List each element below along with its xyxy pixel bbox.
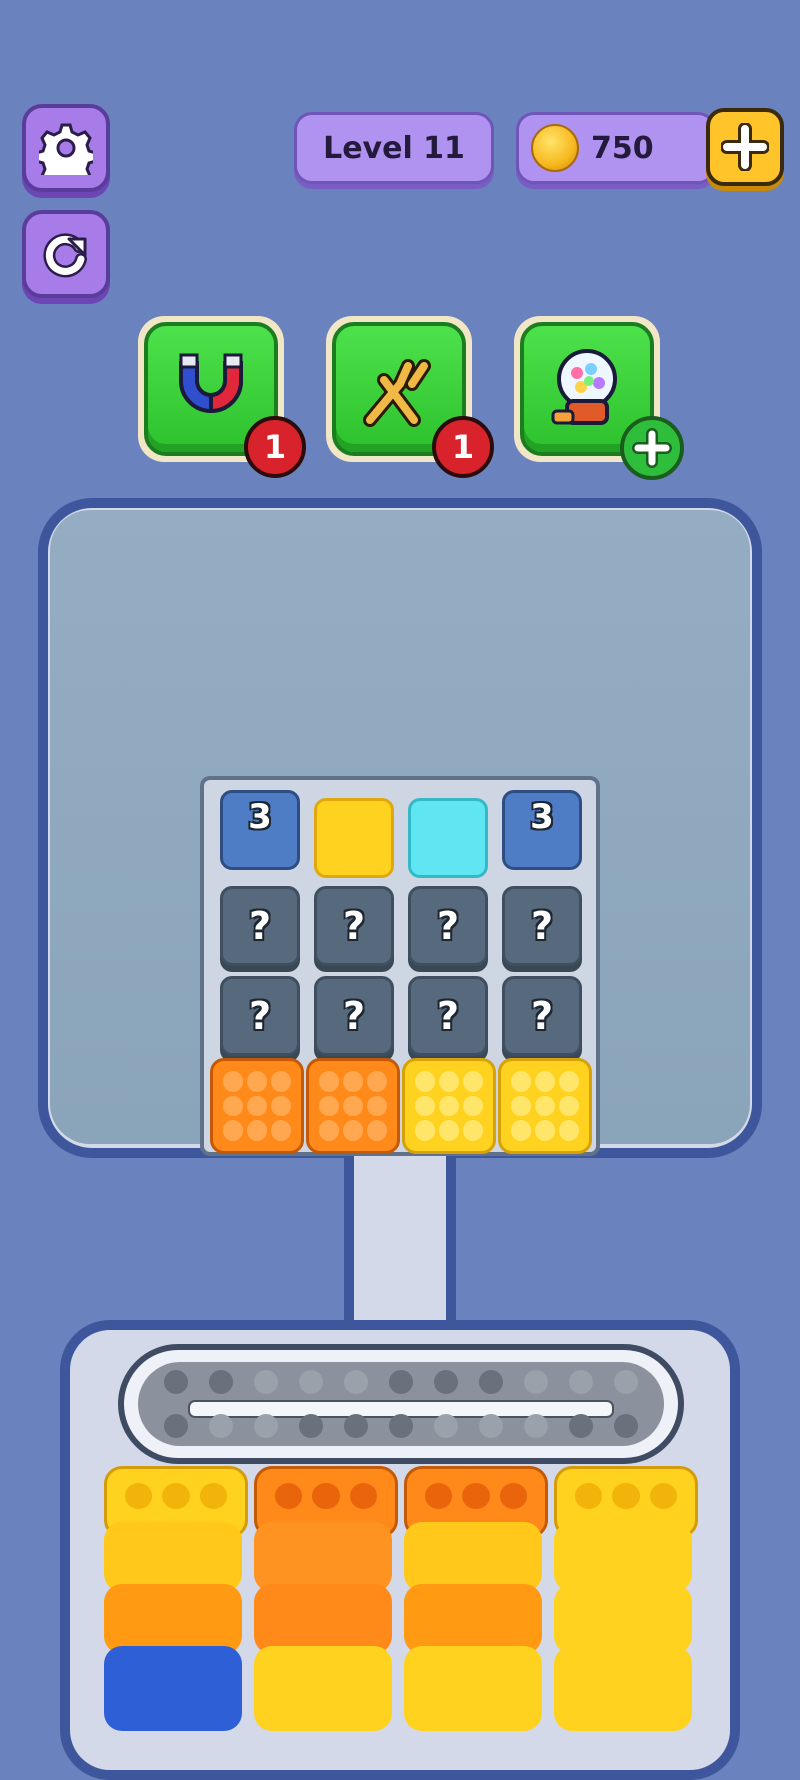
cyan-tile[interactable] (408, 798, 488, 878)
orange-bar (254, 1584, 392, 1654)
coin-counter: 750 (516, 112, 716, 184)
orange-block[interactable] (210, 1058, 304, 1154)
coin-amount: 750 (591, 130, 654, 166)
blue-bar (104, 1646, 242, 1731)
hidden-tile[interactable]: ? (502, 886, 582, 966)
hidden-tile[interactable]: ? (220, 976, 300, 1056)
gumball-machine-icon (551, 349, 617, 425)
bar-column[interactable] (104, 1466, 248, 1731)
magnet-count-badge: 1 (244, 416, 306, 478)
hidden-mark: ? (530, 994, 554, 1038)
hidden-mark: ? (248, 904, 272, 948)
conveyor-belt (118, 1344, 684, 1464)
orange-block[interactable] (306, 1058, 400, 1154)
stack-tile[interactable]: 3 (502, 790, 582, 870)
hidden-tile[interactable]: ? (314, 886, 394, 966)
yellow-block[interactable] (498, 1058, 592, 1154)
orange-bar (404, 1584, 542, 1654)
hidden-mark: ? (436, 904, 460, 948)
gear-icon (39, 123, 93, 175)
hidden-tile[interactable]: ? (314, 976, 394, 1056)
hidden-tile[interactable]: ? (220, 886, 300, 966)
yellow-bar (254, 1646, 392, 1731)
hidden-mark: ? (342, 904, 366, 948)
bar-column[interactable] (254, 1466, 398, 1731)
plus-icon (632, 428, 672, 468)
settings-button[interactable] (22, 104, 110, 192)
shuffle-count: 1 (451, 428, 475, 466)
stack-tile[interactable]: 3 (220, 790, 300, 870)
shuffle-count-badge: 1 (432, 416, 494, 478)
stack-count: 3 (530, 797, 554, 837)
add-coins-button[interactable] (706, 108, 784, 186)
add-booster-button[interactable] (620, 416, 684, 480)
hidden-mark: ? (248, 994, 272, 1038)
restart-button[interactable] (22, 210, 110, 298)
yellow-bar (554, 1522, 692, 1592)
orange-bar (104, 1584, 242, 1654)
level-label: Level 11 (323, 130, 465, 166)
coin-icon (531, 124, 579, 172)
hidden-tile[interactable]: ? (408, 886, 488, 966)
yellow-bar (104, 1522, 242, 1592)
hidden-mark: ? (530, 904, 554, 948)
bar-column[interactable] (404, 1466, 548, 1731)
hidden-tile[interactable]: ? (502, 976, 582, 1056)
orange-bar (254, 1522, 392, 1592)
magnet-count: 1 (263, 428, 287, 466)
hidden-tile[interactable]: ? (408, 976, 488, 1056)
stack-count: 3 (248, 797, 272, 837)
level-indicator: Level 11 (294, 112, 494, 184)
yellow-bar (554, 1646, 692, 1731)
hidden-mark: ? (342, 994, 366, 1038)
yellow-tile[interactable] (314, 798, 394, 878)
restart-icon (43, 233, 87, 278)
yellow-bar (404, 1646, 542, 1731)
plus-icon (721, 123, 769, 171)
yellow-block[interactable] (402, 1058, 496, 1154)
yellow-bar (404, 1522, 542, 1592)
shuffle-icon (363, 359, 431, 427)
magnet-icon (179, 353, 243, 414)
hidden-mark: ? (436, 994, 460, 1038)
yellow-bar (554, 1584, 692, 1654)
bar-column[interactable] (554, 1466, 698, 1731)
